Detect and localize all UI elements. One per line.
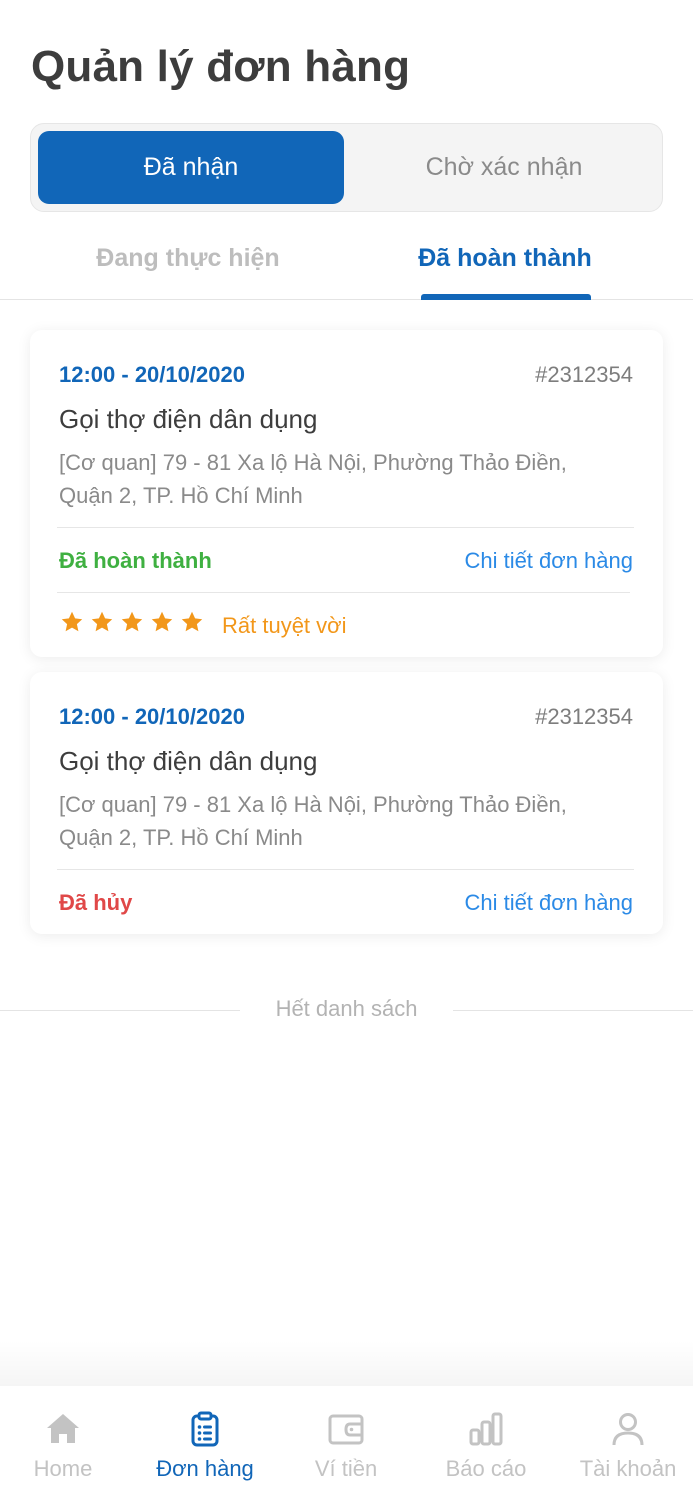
nav-orders[interactable]: Đơn hàng [150,1386,260,1500]
order-id: #2312354 [535,704,633,729]
order-address: [Cơ quan] 79 - 81 Xa lộ Hà Nội, Phường T… [59,792,567,850]
nav-reports[interactable]: Báo cáo [436,1386,536,1500]
nav-account[interactable]: Tài khoản [576,1386,680,1500]
tab-completed[interactable]: Đã hoàn thành [332,244,678,273]
order-type-segmented-control: Đã nhận Chờ xác nhận [30,123,663,212]
home-icon [47,1414,79,1443]
card-divider [57,527,634,528]
star-icon [121,611,143,632]
star-icon [181,611,203,632]
rating-text: Rất tuyệt vời [222,613,347,638]
nav-home-label: Home [33,1456,93,1481]
order-time: 12:00 - 20/10/2020 [59,704,245,729]
bar-chart-icon [469,1412,503,1446]
page-title: Quản lý đơn hàng [31,42,411,91]
star-icon [91,611,113,632]
bottom-navigation: Home Đơn hàng Ví tiền Báo cáo Tài khoản [0,1386,693,1500]
segment-received[interactable]: Đã nhận [38,131,344,204]
card-divider [57,592,630,593]
order-status: Đã hủy [59,890,133,915]
segment-pending-confirmation[interactable]: Chờ xác nhận [351,131,657,204]
order-card[interactable]: 12:00 - 20/10/2020 #2312354 Gọi thợ điện… [30,672,663,934]
star-icon [151,611,173,632]
nav-account-label: Tài khoản [579,1456,677,1481]
nav-shadow [0,1340,693,1386]
user-icon [612,1413,644,1446]
status-tabs: Đang thực hiện Đã hoàn thành [0,236,693,300]
nav-wallet-label: Ví tiền [314,1456,378,1481]
order-service: Gọi thợ điện dân dụng [59,746,318,776]
order-time: 12:00 - 20/10/2020 [59,362,245,387]
nav-home[interactable]: Home [20,1386,106,1500]
clipboard-list-icon [191,1411,219,1447]
order-id: #2312354 [535,362,633,387]
order-detail-link[interactable]: Chi tiết đơn hàng [464,890,633,916]
end-of-list-text: Hết danh sách [275,996,418,1021]
card-divider [57,869,634,870]
order-status: Đã hoàn thành [59,548,212,573]
order-detail-link[interactable]: Chi tiết đơn hàng [464,548,633,574]
wallet-icon [328,1414,364,1445]
order-address: [Cơ quan] 79 - 81 Xa lộ Hà Nội, Phường T… [59,450,567,508]
nav-reports-label: Báo cáo [445,1456,527,1481]
nav-wallet[interactable]: Ví tiền [303,1386,389,1500]
end-of-list: Hết danh sách [0,996,693,1026]
tab-in-progress[interactable]: Đang thực hiện [15,244,361,273]
active-tab-indicator [421,294,591,300]
rating-stars [60,610,204,634]
nav-orders-label: Đơn hàng [156,1456,254,1481]
order-card[interactable]: 12:00 - 20/10/2020 #2312354 Gọi thợ điện… [30,330,663,657]
star-icon [61,611,83,632]
order-service: Gọi thợ điện dân dụng [59,404,318,434]
divider [453,1010,693,1011]
